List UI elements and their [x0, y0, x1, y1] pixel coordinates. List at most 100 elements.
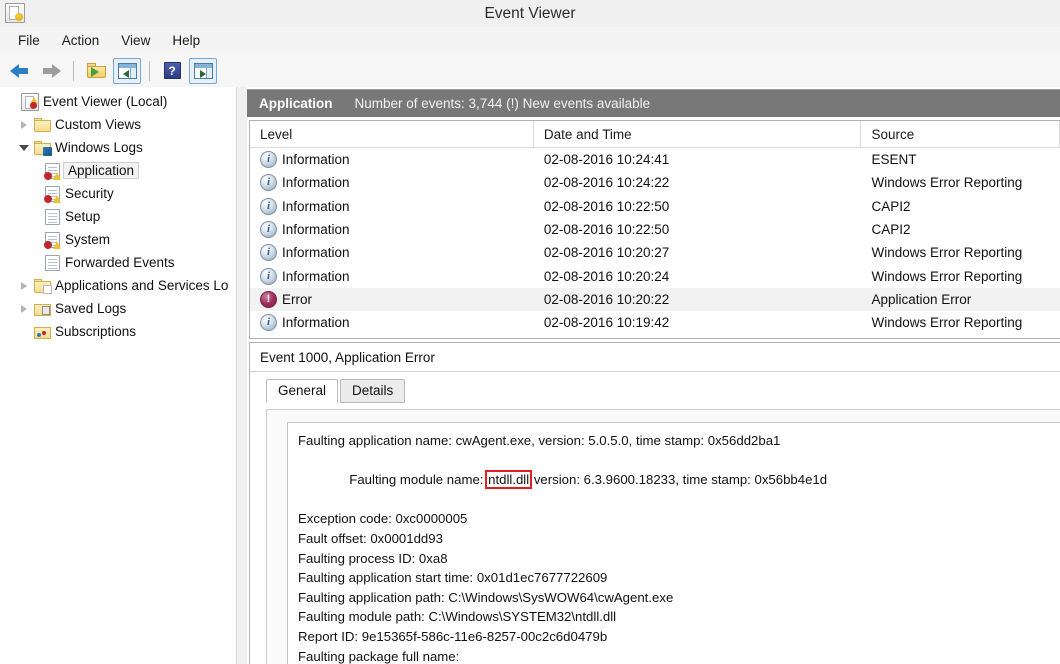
- chevron-right-icon[interactable]: [16, 274, 32, 297]
- highlighted-module-name: ntdll.dll: [485, 470, 533, 490]
- sidebar-item-forwarded-events[interactable]: Forwarded Events: [0, 251, 236, 274]
- up-one-level-button[interactable]: [82, 58, 110, 84]
- cell-datetime: 02-08-2016 10:20:24: [543, 268, 670, 284]
- column-header-date-and-time[interactable]: Date and Time: [534, 121, 862, 147]
- column-header-level[interactable]: Level: [250, 121, 534, 147]
- setup-log-icon: [42, 208, 62, 225]
- event-viewer-window: Event Viewer File Action View Help ? Eve…: [0, 0, 1060, 664]
- cell-level: i Information: [250, 244, 534, 262]
- sidebar-item-subscriptions[interactable]: Subscriptions: [0, 320, 236, 343]
- sidebar-item-label: Application: [63, 162, 140, 179]
- console-tree-pane: Event Viewer (Local) Custom Views Window…: [0, 87, 237, 664]
- pane-splitter[interactable]: [237, 87, 247, 664]
- table-row[interactable]: i Information 02-08-2016 10:19:42 Window…: [250, 311, 1060, 334]
- chevron-right-icon[interactable]: [16, 113, 32, 136]
- show-hide-console-tree-button[interactable]: [113, 57, 141, 84]
- event-list: Level Date and Time Source i Information…: [249, 120, 1060, 339]
- menu-item-file[interactable]: File: [8, 30, 50, 51]
- description-line: Exception code: 0xc0000005: [298, 511, 468, 527]
- cell-level: i Information: [250, 174, 534, 192]
- event-description-box[interactable]: Faulting application name: cwAgent.exe, …: [287, 422, 1060, 664]
- tab-details[interactable]: Details: [340, 379, 406, 403]
- chevron-right-icon[interactable]: [16, 297, 32, 320]
- cell-source: Windows Error Reporting: [871, 315, 1023, 331]
- log-header-bar: Application Number of events: 3,744 (!) …: [247, 89, 1060, 117]
- error-icon: !: [260, 290, 277, 308]
- cell-level: i Information: [250, 221, 534, 239]
- windows-logs-folder-icon: [32, 140, 52, 156]
- menu-item-view[interactable]: View: [111, 30, 160, 51]
- main-content: Event Viewer (Local) Custom Views Window…: [0, 87, 1060, 664]
- cell-level-text: Information: [282, 315, 350, 331]
- folder-up-icon: [86, 62, 106, 79]
- description-line: Faulting package full name:: [298, 648, 460, 664]
- twisty-none: [16, 320, 32, 343]
- table-row[interactable]: i Information 02-08-2016 10:24:41 ESENT: [250, 148, 1060, 171]
- twisty-none: [4, 90, 20, 113]
- sidebar-item-setup[interactable]: Setup: [0, 205, 236, 228]
- toolbar: ?: [0, 54, 1060, 88]
- sidebar-item-label: Setup: [65, 209, 101, 224]
- sidebar-item-security[interactable]: Security: [0, 182, 236, 205]
- description-line-prefix: Faulting module name:: [349, 472, 488, 488]
- menu-item-help[interactable]: Help: [162, 30, 210, 51]
- table-row[interactable]: i Information 02-08-2016 10:22:50 CAPI2: [250, 218, 1060, 241]
- log-status-label: Number of events: 3,744 (!) New events a…: [354, 96, 651, 111]
- sidebar-item-event-viewer-local[interactable]: Event Viewer (Local): [0, 90, 236, 113]
- table-row[interactable]: i Information 02-08-2016 10:20:27 Window…: [250, 241, 1060, 264]
- cell-datetime: 02-08-2016 10:24:41: [543, 152, 670, 168]
- cell-level-text: Information: [282, 175, 350, 191]
- cell-datetime: 02-08-2016 10:20:22: [543, 291, 670, 307]
- cell-source: Application Error: [871, 291, 972, 307]
- table-row[interactable]: i Information 02-08-2016 10:20:24 Window…: [250, 264, 1060, 287]
- table-row[interactable]: ! Error 02-08-2016 10:20:22 Application …: [250, 287, 1060, 312]
- menu-item-action[interactable]: Action: [52, 30, 110, 51]
- sidebar-item-windows-logs[interactable]: Windows Logs: [0, 136, 236, 159]
- menu-bar: File Action View Help: [0, 27, 1060, 55]
- sidebar-item-applications-and-services-logs[interactable]: Applications and Services Lo: [0, 274, 236, 297]
- information-icon: i: [260, 197, 277, 215]
- event-list-column-headers: Level Date and Time Source: [250, 121, 1060, 148]
- back-button[interactable]: [6, 58, 34, 84]
- title-bar: Event Viewer: [0, 0, 1060, 28]
- event-detail-title: Event 1000, Application Error: [250, 343, 1060, 372]
- cell-level: i Information: [250, 267, 534, 285]
- apps-services-folder-icon: [32, 278, 52, 294]
- cell-source: CAPI2: [871, 198, 911, 214]
- chevron-down-icon[interactable]: [16, 136, 32, 159]
- cell-datetime: 02-08-2016 10:20:27: [543, 245, 670, 261]
- table-row[interactable]: i Information 02-08-2016 10:22:50 CAPI2: [250, 195, 1060, 218]
- log-name-label: Application: [259, 96, 333, 111]
- sidebar-item-label: Subscriptions: [55, 324, 137, 339]
- sidebar-item-label: Custom Views: [55, 117, 142, 132]
- cell-level-text: Information: [282, 198, 350, 214]
- table-row[interactable]: i Information 02-08-2016 10:24:22 Window…: [250, 171, 1060, 194]
- help-button[interactable]: ?: [158, 58, 186, 84]
- description-line: Report ID: 9e15365f-586c-11e6-8257-00c2c…: [298, 628, 608, 644]
- column-header-source[interactable]: Source: [861, 121, 1060, 147]
- back-arrow-icon: [10, 63, 30, 79]
- sidebar-item-application[interactable]: Application: [0, 159, 236, 182]
- cell-level: i Information: [250, 314, 534, 332]
- cell-level: ! Error: [250, 290, 534, 308]
- tab-panel-general: Faulting application name: cwAgent.exe, …: [266, 409, 1060, 664]
- sidebar-item-saved-logs[interactable]: Saved Logs: [0, 297, 236, 320]
- event-viewer-root-icon: [20, 92, 40, 111]
- sidebar-item-custom-views[interactable]: Custom Views: [0, 113, 236, 136]
- forward-button[interactable]: [37, 58, 65, 84]
- log-pane: Application Number of events: 3,744 (!) …: [247, 87, 1060, 664]
- sidebar-item-system[interactable]: System: [0, 228, 236, 251]
- sidebar-item-label: Applications and Services Lo: [55, 278, 229, 293]
- show-hide-action-pane-button[interactable]: [189, 57, 217, 84]
- description-line: Faulting application name: cwAgent.exe, …: [298, 433, 781, 448]
- cell-source: Windows Error Reporting: [871, 175, 1023, 191]
- action-pane-icon: [193, 62, 213, 79]
- description-line: Faulting application path: C:\Windows\Sy…: [298, 589, 674, 605]
- sidebar-item-label: Windows Logs: [55, 140, 143, 155]
- tab-general[interactable]: General: [266, 379, 339, 403]
- information-icon: i: [260, 221, 277, 239]
- console-tree: Event Viewer (Local) Custom Views Window…: [0, 87, 236, 343]
- cell-source: CAPI2: [871, 222, 911, 238]
- custom-views-folder-icon: [32, 117, 52, 132]
- sidebar-item-label: System: [65, 232, 111, 247]
